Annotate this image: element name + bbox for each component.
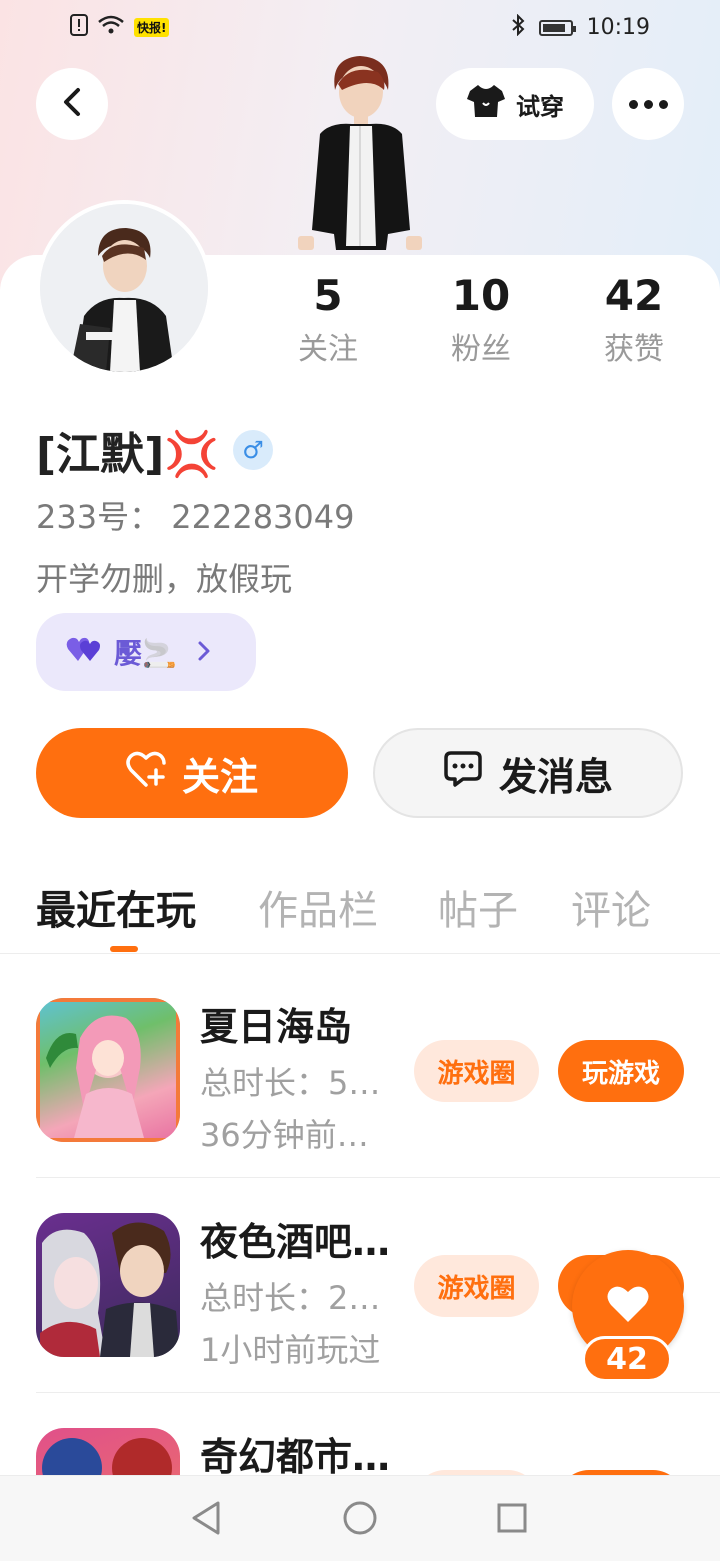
nav-back-icon[interactable]: [186, 1498, 226, 1538]
chevron-right-icon: [197, 636, 211, 669]
stat-following-label: 关注: [298, 332, 358, 367]
profile-tabs: 最近在玩 作品栏 帖子 评论: [36, 878, 686, 938]
sim-alert-icon: [70, 14, 88, 41]
nav-recents-icon[interactable]: [492, 1498, 532, 1538]
male-gender-icon: ♂: [233, 430, 274, 470]
tabs-divider: [0, 953, 720, 954]
try-on-label: 试穿: [516, 92, 564, 121]
tshirt-icon: [466, 83, 506, 125]
list-item[interactable]: 夏日海岛 总时长：5… 36分钟前… 游戏圈 玩游戏: [0, 970, 720, 1185]
list-item[interactable]: 奇幻都市…: [0, 1400, 720, 1475]
relationship-tag-text: 嬮🚬: [114, 637, 177, 670]
game-title: 夜色酒吧…: [200, 1220, 391, 1264]
kuaibao-app-icon: 快报!: [134, 18, 170, 37]
follow-label: 关注: [181, 754, 258, 799]
stat-fans[interactable]: 10 粉丝: [411, 270, 551, 368]
tab-comments[interactable]: 评论: [571, 878, 651, 936]
game-icon-summer-island: [36, 998, 180, 1142]
name-row: [江默]💢 ♂: [36, 418, 274, 482]
nav-home-icon[interactable]: [340, 1498, 380, 1538]
stat-following-count: 5: [313, 271, 343, 320]
row-divider: [36, 1392, 720, 1393]
game-circle-button[interactable]: 游戏圈: [414, 1255, 539, 1317]
status-bar: 快报! 10:19: [0, 0, 720, 56]
chat-bubble-icon: [443, 750, 483, 797]
more-dots-icon: [628, 99, 668, 109]
game-title: 夏日海岛: [200, 1005, 353, 1049]
play-game-button[interactable]: 玩游戏: [558, 1040, 684, 1102]
stat-likes-label: 获赞: [604, 332, 664, 367]
send-message-button[interactable]: 发消息: [373, 728, 683, 818]
game-title: 奇幻都市…: [200, 1435, 391, 1475]
heart-pair-icon: [66, 635, 104, 670]
stat-fans-label: 粉丝: [451, 332, 511, 367]
game-icon-night-bar: [36, 1213, 180, 1357]
user-name: [江默]💢: [36, 429, 220, 480]
game-icon-fantasy-city: [36, 1428, 180, 1475]
tab-works[interactable]: 作品栏: [258, 878, 378, 936]
game-duration: 总时长：2…: [200, 1279, 381, 1317]
avatar-figure-image[interactable]: [290, 50, 430, 260]
try-on-button[interactable]: 试穿: [436, 68, 594, 140]
more-options-button[interactable]: [612, 68, 684, 140]
follow-button[interactable]: 关注: [36, 728, 348, 818]
active-tab-indicator: [110, 946, 138, 952]
relationship-tag-chip[interactable]: 嬮🚬: [36, 613, 256, 691]
battery-icon: [538, 19, 576, 36]
floating-like-count: 42: [582, 1336, 672, 1382]
game-duration: 总时长：5…: [200, 1064, 381, 1102]
status-time: 10:19: [586, 15, 650, 40]
stat-following[interactable]: 5 关注: [258, 270, 398, 368]
stat-fans-count: 10: [451, 271, 511, 320]
send-message-label: 发消息: [498, 754, 613, 799]
stat-likes-count: 42: [604, 271, 664, 320]
chevron-left-icon: [60, 86, 84, 122]
user-id[interactable]: 233号： 222283049: [36, 492, 355, 538]
wifi-icon: [98, 15, 124, 40]
bluetooth-icon: [511, 13, 525, 41]
avatar[interactable]: [36, 200, 212, 376]
tab-recently-played[interactable]: 最近在玩: [36, 878, 196, 936]
user-bio: 开学勿删，放假玩: [36, 560, 293, 598]
row-divider: [36, 1177, 720, 1178]
game-last-played: 1小时前玩过: [200, 1331, 381, 1369]
game-circle-button[interactable]: 游戏圈: [414, 1040, 539, 1102]
tab-posts[interactable]: 帖子: [438, 878, 518, 936]
back-button[interactable]: [36, 68, 108, 140]
heart-plus-icon: [126, 750, 168, 797]
stat-likes[interactable]: 42 获赞: [564, 270, 704, 368]
system-navigation-bar: [0, 1475, 720, 1561]
heart-icon: [606, 1284, 650, 1328]
game-last-played: 36分钟前…: [200, 1116, 369, 1154]
